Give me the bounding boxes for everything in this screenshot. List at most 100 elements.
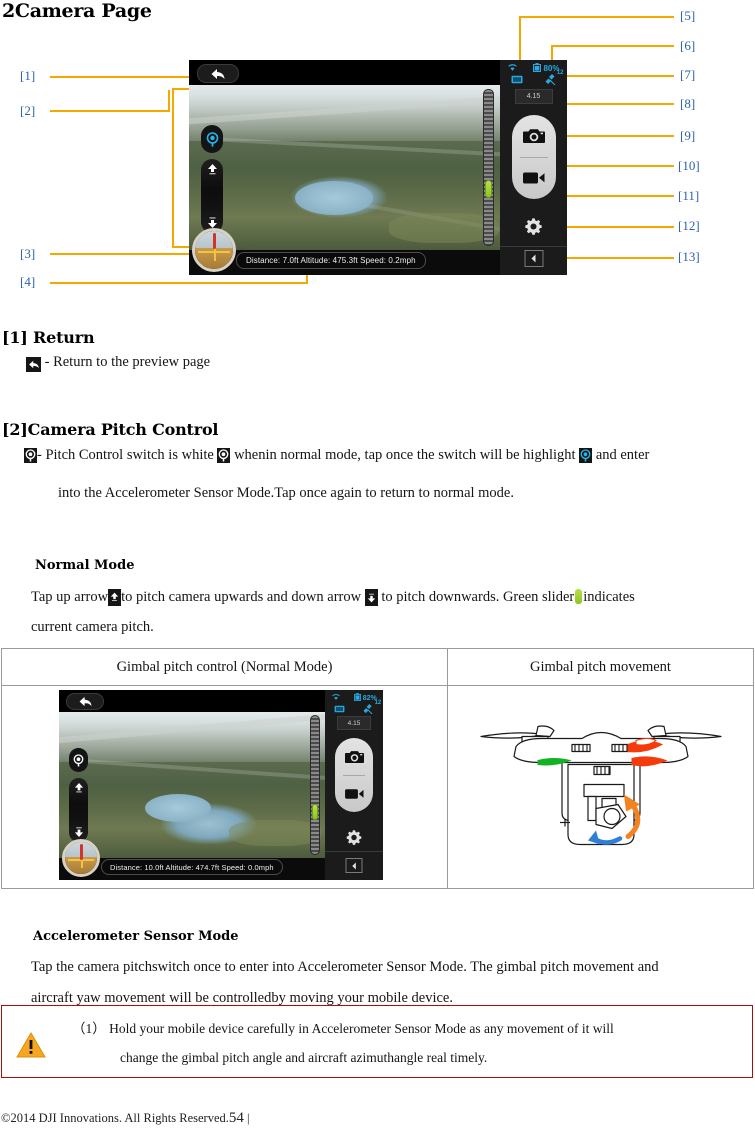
leader-line-5h xyxy=(519,16,674,18)
feed-field-small xyxy=(229,820,321,846)
manual-page: 2Camera Page [1] [2] [3] [4] [5] [6] [7]… xyxy=(0,0,755,1135)
battery-icon xyxy=(533,63,542,74)
arrow-up-icon xyxy=(207,164,217,175)
photo-capture-button[interactable] xyxy=(512,115,556,157)
pitch-switch-icon-inline-highlighted xyxy=(579,448,593,463)
callout-label-4: [4] xyxy=(20,274,36,289)
attitude-heading-needle-small xyxy=(80,843,84,860)
camera-icon-small xyxy=(344,750,364,763)
callout-label-6: [6] xyxy=(680,38,696,53)
wifi-icon xyxy=(507,63,518,74)
green-slider-icon-inline xyxy=(575,589,583,604)
panel-separator-small xyxy=(325,851,383,852)
warning-line1: Hold your mobile device carefully in Acc… xyxy=(109,1021,614,1036)
pitch-control-paragraph-line2: into the Accelerometer Sensor Mode.Tap o… xyxy=(58,485,514,501)
leader-line-7 xyxy=(562,75,674,77)
gimbal-pitch-indicator-bar[interactable] xyxy=(483,89,494,246)
arrow-down-icon-small xyxy=(74,827,83,837)
callout-label-11: [11] xyxy=(678,188,700,203)
collapse-panel-button[interactable] xyxy=(524,250,543,267)
table-header-row: Gimbal pitch control (Normal Mode) Gimba… xyxy=(1,648,754,686)
accel-mode-line1: Tap the camera pitchswitch once to enter… xyxy=(31,959,659,975)
warning-callout-box: （1） Hold your mobile device carefully in… xyxy=(1,1005,753,1078)
downlink-icon xyxy=(511,75,523,86)
table-cell-drone-illustration xyxy=(447,685,754,889)
settings-button-small[interactable] xyxy=(345,828,364,847)
telemetry-readout: Distance: 7.0ft Altitude: 475.3ft Speed:… xyxy=(236,252,426,269)
normal-mode-paragraph-line2: current camera pitch. xyxy=(31,619,154,635)
camera-live-feed xyxy=(189,85,500,250)
arrow-up-icon-inline xyxy=(108,589,122,606)
warning-line2: change the gimbal pitch angle and aircra… xyxy=(120,1050,488,1065)
leader-line-6h xyxy=(551,45,674,47)
attitude-heading-needle xyxy=(213,233,217,250)
downlink-icon-small xyxy=(334,705,345,715)
collapse-icon xyxy=(531,254,535,263)
leader-line-2a xyxy=(50,110,170,112)
settings-button[interactable] xyxy=(523,215,545,237)
pitch-control-text-a: - Pitch Control switch is white xyxy=(37,447,214,463)
pitch-control-switch-small[interactable] xyxy=(69,748,88,772)
pitch-control-switch[interactable] xyxy=(201,125,223,153)
gimbal-angle-readout: 4.15 xyxy=(514,89,553,104)
video-record-button[interactable] xyxy=(512,158,556,200)
heading-return: [1] Return xyxy=(2,328,95,347)
gear-icon-small xyxy=(346,830,362,845)
app-side-panel: 80% 12 4.15 xyxy=(500,60,567,275)
attitude-compass-indicator-small xyxy=(62,839,100,877)
callout-label-13: [13] xyxy=(678,249,700,264)
footer-page-number: 54 xyxy=(228,1110,244,1126)
satellite-status: 12 xyxy=(544,70,564,87)
gear-icon xyxy=(525,217,542,235)
leader-line-2b xyxy=(168,90,170,112)
gimbal-pitch-green-slider-small[interactable] xyxy=(312,804,318,821)
return-arrow-icon xyxy=(26,357,41,372)
return-button-small[interactable] xyxy=(66,693,104,710)
leader-line-1 xyxy=(50,76,207,78)
heading-normal-mode: Normal Mode xyxy=(35,558,135,573)
pitch-switch-icon-inline-1 xyxy=(24,448,37,463)
capture-buttons-group-small xyxy=(335,738,373,812)
normal-mode-text-d: indicates xyxy=(583,589,635,605)
app-side-panel-small: 82% 12 4.15 xyxy=(325,690,383,880)
satellite-icon-small xyxy=(363,704,373,715)
gimbal-pitch-indicator-bar-small[interactable] xyxy=(310,715,320,855)
callout-label-9: [9] xyxy=(680,128,696,143)
table-header-normal-mode: Gimbal pitch control (Normal Mode) xyxy=(1,648,448,686)
camera-pitch-control-group-small xyxy=(69,748,88,842)
attitude-compass-indicator xyxy=(192,228,236,272)
callout-label-2: [2] xyxy=(20,103,36,118)
collapse-icon-small xyxy=(351,861,356,870)
video-record-button-small[interactable] xyxy=(335,776,373,813)
return-button[interactable] xyxy=(197,64,239,83)
gimbal-pitch-green-slider[interactable] xyxy=(485,179,492,198)
normal-mode-text-a: Tap up arrow xyxy=(31,589,109,605)
normal-mode-text-c: to pitch downwards. Green slider xyxy=(381,589,575,605)
leader-line-4a xyxy=(50,282,308,284)
capture-buttons-group xyxy=(511,115,556,200)
video-icon xyxy=(522,172,544,184)
camera-pitch-control-group xyxy=(201,125,223,233)
feed-lake xyxy=(295,181,373,215)
page-footer: ©2014 DJI Innovations. All Rights Reserv… xyxy=(1,1110,250,1127)
pitch-slider[interactable] xyxy=(201,159,223,233)
satellite-icon xyxy=(545,74,555,86)
arrow-down-icon xyxy=(207,217,217,228)
footer-copyright: ©2014 DJI Innovations. All Rights Reserv… xyxy=(1,1111,229,1125)
pitch-slider-small[interactable] xyxy=(69,778,88,842)
normal-mode-paragraph: Tap up arrow to pitch camera upwards and… xyxy=(31,582,755,613)
camera-live-feed-small xyxy=(59,712,325,858)
wifi-icon-small xyxy=(331,693,341,703)
pitch-control-text-b: whenin normal mode, tap once the switch … xyxy=(234,447,576,463)
footer-divider: | xyxy=(247,1111,250,1125)
status-row-bottom-small: 12 xyxy=(325,700,383,716)
warning-triangle-icon xyxy=(16,1032,46,1059)
leader-line-3 xyxy=(50,253,202,255)
callout-label-12: [12] xyxy=(678,218,700,233)
photo-capture-button-small[interactable] xyxy=(335,738,373,775)
video-icon-small xyxy=(344,789,363,799)
heading-camera-pitch-control: [2]Camera Pitch Control xyxy=(2,420,219,439)
pitch-control-paragraph: - Pitch Control switch is white whenin n… xyxy=(24,440,755,471)
dji-app-screenshot-main: Distance: 7.0ft Altitude: 475.3ft Speed:… xyxy=(189,60,567,275)
collapse-panel-button-small[interactable] xyxy=(345,858,363,873)
